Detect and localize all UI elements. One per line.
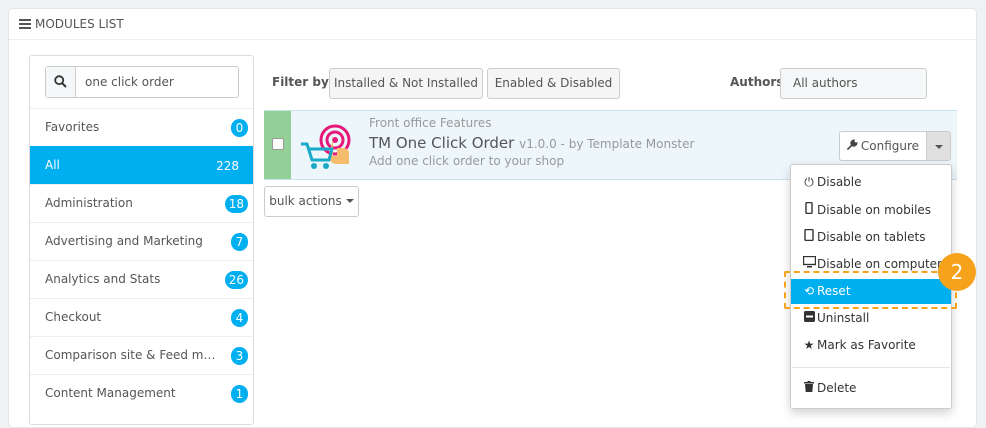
- category-label: Advertising and Marketing: [45, 234, 203, 248]
- desktop-icon: [802, 252, 816, 277]
- category-item-content-management[interactable]: Content Management 1: [30, 374, 253, 412]
- category-count-badge: 7: [231, 233, 248, 251]
- menu-item-label: Uninstall: [817, 311, 870, 325]
- category-count-badge: 4: [231, 309, 248, 327]
- category-label: Favorites: [45, 120, 100, 134]
- category-item-analytics[interactable]: Analytics and Stats 26: [30, 260, 253, 298]
- module-description: Add one click order to your shop: [369, 154, 565, 168]
- panel-title: MODULES LIST: [35, 17, 124, 31]
- search-icon: [54, 75, 67, 88]
- category-count-badge: 18: [224, 195, 248, 213]
- menu-item-label: Delete: [817, 381, 857, 395]
- category-sidebar: Favorites 0 All 228 Administration 18 Adver…: [29, 55, 254, 425]
- category-item-favorites[interactable]: Favorites 0: [30, 108, 253, 146]
- wrench-icon: [846, 139, 858, 150]
- trash-icon: [802, 376, 816, 401]
- menu-item-label: Disable on computers: [817, 257, 949, 271]
- authors-label: Authors: [730, 75, 784, 89]
- menu-item-disable-computers[interactable]: Disable on computers: [791, 252, 951, 277]
- step-number-badge: 2: [938, 253, 976, 291]
- category-count-badge: 228: [216, 159, 239, 173]
- category-label: Content Management: [45, 386, 176, 400]
- tablet-icon: [802, 225, 816, 250]
- one-click-order-logo-icon: [301, 124, 351, 169]
- search-box: [45, 66, 239, 98]
- menu-item-reset[interactable]: ⟲ Reset: [791, 279, 951, 304]
- power-icon: ⏻: [804, 175, 814, 189]
- menu-item-label: Disable: [817, 175, 862, 189]
- menu-item-label: Disable on mobiles: [817, 203, 932, 217]
- menu-item-disable-mobiles[interactable]: Disable on mobiles: [791, 198, 951, 223]
- bulk-actions-button[interactable]: bulk actions: [264, 186, 359, 217]
- category-item-checkout[interactable]: Checkout 4: [30, 298, 253, 336]
- category-count-badge: 3: [231, 347, 248, 365]
- category-label: Checkout: [45, 310, 102, 324]
- category-count-badge: 0: [231, 119, 248, 137]
- category-item-comparison[interactable]: Comparison site & Feed man... 3: [30, 336, 253, 374]
- enabled-status-bar: [264, 111, 291, 179]
- menu-item-label: Reset: [817, 284, 851, 298]
- category-label: Analytics and Stats: [45, 272, 161, 286]
- menu-item-disable-tablets[interactable]: Disable on tablets: [791, 225, 951, 250]
- bulk-actions-label: bulk actions: [269, 194, 342, 208]
- configure-label: Configure: [860, 139, 920, 153]
- panel-heading: MODULES LIST: [9, 9, 976, 40]
- category-count-badge: 1: [231, 385, 248, 403]
- menu-item-uninstall[interactable]: Uninstall: [791, 306, 951, 331]
- minus-square-icon: [802, 306, 816, 331]
- module-name: TM One Click Order: [369, 134, 515, 152]
- reset-icon: ⟲: [803, 284, 815, 298]
- menu-item-favorite[interactable]: ★ Mark as Favorite: [791, 333, 951, 358]
- module-version: v1.0.0 - by Template Monster: [519, 137, 695, 151]
- module-title: TM One Click Order v1.0.0 - by Template …: [369, 134, 694, 152]
- module-checkbox[interactable]: [272, 138, 284, 150]
- category-list: Favorites 0 All 228 Administration 18 Adver…: [30, 108, 253, 412]
- category-label: All: [45, 158, 60, 172]
- search-button[interactable]: [46, 67, 76, 97]
- caret-down-icon: [345, 199, 354, 203]
- installed-filter-button[interactable]: Installed & Not Installed: [329, 68, 483, 99]
- module-category: Front office Features: [369, 116, 492, 130]
- authors-select[interactable]: All authors: [780, 68, 927, 99]
- menu-item-delete[interactable]: Delete: [791, 376, 951, 401]
- category-item-administration[interactable]: Administration 18: [30, 184, 253, 222]
- menu-item-label: Disable on tablets: [817, 230, 926, 244]
- category-label: Administration: [45, 196, 133, 210]
- category-item-advertising[interactable]: Advertising and Marketing 7: [30, 222, 253, 260]
- menu-item-disable[interactable]: ⏻ Disable: [791, 170, 951, 195]
- search-input[interactable]: [77, 67, 238, 97]
- category-count-badge: 26: [224, 271, 248, 289]
- star-icon: ★: [803, 338, 815, 352]
- configure-button[interactable]: Configure: [839, 131, 927, 161]
- menu-item-label: Mark as Favorite: [817, 338, 916, 352]
- filter-label: Filter by: [272, 75, 329, 89]
- menu-divider: [792, 367, 950, 368]
- category-label: Comparison site & Feed man...: [45, 348, 220, 362]
- enabled-filter-button[interactable]: Enabled & Disabled: [487, 68, 620, 99]
- category-item-all[interactable]: All 228: [30, 146, 253, 184]
- actions-dropdown-toggle[interactable]: [927, 131, 951, 161]
- mobile-icon: [802, 198, 816, 223]
- list-icon: [19, 19, 31, 29]
- module-actions-menu: ⏻ Disable Disable on mobiles Disable on t…: [790, 164, 952, 409]
